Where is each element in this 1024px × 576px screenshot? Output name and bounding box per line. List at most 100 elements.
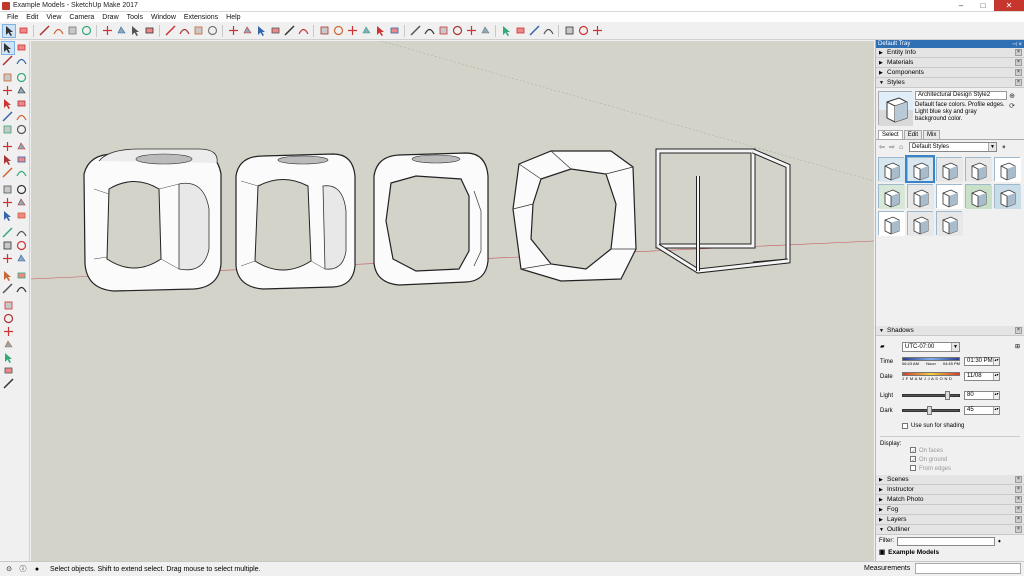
front-icon[interactable]: [346, 25, 358, 37]
menu-draw[interactable]: Draw: [98, 14, 122, 21]
menu-edit[interactable]: Edit: [22, 14, 42, 21]
pan-icon[interactable]: [241, 25, 253, 37]
tab-edit[interactable]: Edit: [903, 130, 923, 139]
model-viewport[interactable]: [31, 41, 874, 561]
3d-text-icon[interactable]: [16, 210, 28, 222]
section-plane-icon[interactable]: [16, 283, 28, 295]
previous-view-icon[interactable]: [16, 253, 28, 265]
forward-arrow-icon[interactable]: ⇨: [889, 143, 899, 151]
two-point-arc-icon[interactable]: [16, 111, 28, 123]
right-icon[interactable]: [360, 25, 372, 37]
style-thumbnail-item[interactable]: [965, 184, 992, 209]
monochrome-icon[interactable]: [479, 25, 491, 37]
light-input[interactable]: 80 ▴▾: [964, 391, 1000, 400]
position-camera-icon[interactable]: [2, 270, 14, 282]
geo-location-icon[interactable]: ⊙: [4, 564, 14, 574]
date-input[interactable]: 11/08 ▴▾: [964, 372, 1000, 381]
followme-icon[interactable]: [16, 154, 28, 166]
dark-input[interactable]: 45 ▴▾: [964, 406, 1000, 415]
shaded-icon[interactable]: [451, 25, 463, 37]
iso-icon[interactable]: [318, 25, 330, 37]
circle-icon[interactable]: [2, 98, 14, 110]
light-slider[interactable]: [902, 391, 960, 400]
protractor-icon[interactable]: [2, 197, 14, 209]
style-thumbnail-item[interactable]: [878, 211, 905, 236]
close-icon[interactable]: ×: [1015, 59, 1022, 66]
rectangle-icon[interactable]: [2, 85, 14, 97]
style-thumbnail-item[interactable]: [905, 155, 935, 183]
left-icon[interactable]: [388, 25, 400, 37]
timezone-select[interactable]: UTC-07:00 ▼: [902, 341, 960, 352]
axes-icon[interactable]: [2, 210, 14, 222]
credits-icon[interactable]: ⓘ: [18, 564, 28, 574]
pie-icon[interactable]: [16, 124, 28, 136]
panel-styles[interactable]: ▼ Styles ×: [876, 78, 1024, 88]
scale-icon[interactable]: [129, 25, 141, 37]
offset-icon[interactable]: [143, 25, 155, 37]
style-thumbnail-item[interactable]: [936, 211, 963, 236]
panel-components[interactable]: ▶ Components ×: [876, 68, 1024, 78]
pushpull-icon[interactable]: [80, 25, 92, 37]
polygon-icon[interactable]: [16, 98, 28, 110]
close-icon[interactable]: ×: [1015, 327, 1022, 334]
details-arrow-icon[interactable]: ➧: [1001, 143, 1011, 151]
menu-file[interactable]: File: [3, 14, 22, 21]
components-icon[interactable]: [297, 25, 309, 37]
text-icon[interactable]: [16, 197, 28, 209]
zoom-icon[interactable]: [255, 25, 267, 37]
close-icon[interactable]: ×: [1015, 496, 1022, 503]
select-icon[interactable]: [1, 40, 15, 55]
spin-icon[interactable]: ▴▾: [993, 373, 999, 380]
home-icon[interactable]: ⌂: [899, 144, 909, 151]
zoom-extents-icon[interactable]: [269, 25, 281, 37]
sandbox-1-icon[interactable]: [2, 300, 14, 312]
close-button[interactable]: ✕: [994, 0, 1024, 11]
scale-icon[interactable]: [2, 167, 14, 179]
menu-help[interactable]: Help: [222, 14, 244, 21]
line-icon[interactable]: [38, 25, 50, 37]
panel-fog[interactable]: ▶ Fog ×: [876, 505, 1024, 515]
panel-scenes[interactable]: ▶ Scenes ×: [876, 475, 1024, 485]
update-style-icon[interactable]: ⟳: [1009, 102, 1015, 112]
sandbox-5-icon[interactable]: [2, 352, 14, 364]
panel-shadows[interactable]: ▼ Shadows ×: [876, 326, 1024, 336]
sandbox-4-icon[interactable]: [2, 339, 14, 351]
eraser-icon[interactable]: [17, 25, 29, 37]
orbit-icon[interactable]: [227, 25, 239, 37]
outliner-details-icon[interactable]: ➧: [997, 538, 1002, 545]
panel-instructor[interactable]: ▶ Instructor ×: [876, 485, 1024, 495]
line-icon[interactable]: [2, 72, 14, 84]
hidden-icon[interactable]: [437, 25, 449, 37]
on-faces-checkbox[interactable]: ✓: [910, 447, 916, 455]
move-icon[interactable]: [2, 141, 14, 153]
dimension-icon[interactable]: [16, 184, 28, 196]
style-thumbnail-item[interactable]: [994, 157, 1021, 182]
pushpull-icon[interactable]: [16, 141, 28, 153]
eye-icon[interactable]: [542, 25, 554, 37]
freehand-icon[interactable]: [16, 72, 28, 84]
paint-icon[interactable]: [2, 55, 14, 67]
zoom-icon[interactable]: [2, 240, 14, 252]
arc-icon[interactable]: [52, 25, 64, 37]
style-thumbnail-item[interactable]: [936, 157, 963, 182]
style-thumbnail-item[interactable]: [907, 184, 934, 209]
rotate-icon[interactable]: [115, 25, 127, 37]
pan-icon[interactable]: [16, 227, 28, 239]
use-sun-checkbox[interactable]: [902, 422, 908, 429]
on-ground-checkbox[interactable]: ✓: [910, 456, 916, 464]
panel-materials[interactable]: ▶ Materials ×: [876, 58, 1024, 68]
look-around-icon[interactable]: [2, 283, 14, 295]
menu-window[interactable]: Window: [147, 14, 180, 21]
style-thumbnail-item[interactable]: [994, 184, 1021, 209]
time-input[interactable]: 01:30 PM ▴▾: [964, 357, 1000, 366]
back-arrow-icon[interactable]: ⇦: [879, 143, 889, 151]
style-collection-select[interactable]: Default Styles ▼: [909, 142, 997, 152]
look-around-icon[interactable]: [591, 25, 603, 37]
create-style-icon[interactable]: ⊕: [1009, 92, 1015, 102]
three-point-arc-icon[interactable]: [2, 124, 14, 136]
xray-icon[interactable]: [409, 25, 421, 37]
top-icon[interactable]: [332, 25, 344, 37]
spin-icon[interactable]: ▴▾: [993, 392, 999, 399]
sandbox-6-icon[interactable]: [2, 365, 14, 377]
dark-slider-thumb[interactable]: [926, 406, 932, 415]
